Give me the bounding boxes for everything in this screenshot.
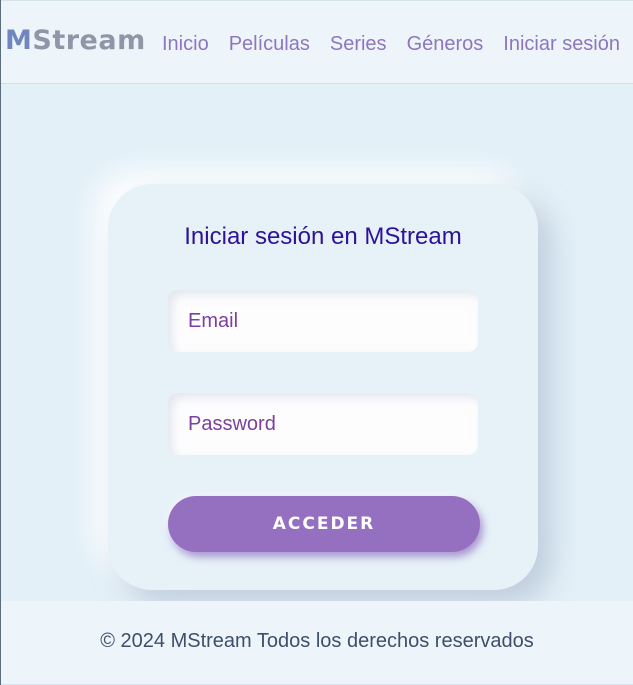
password-field-wrapper — [168, 393, 478, 455]
navbar: MStream Inicio Películas Series Géneros … — [1, 0, 633, 84]
login-title: Iniciar sesión en MStream — [184, 223, 462, 250]
password-field[interactable] — [188, 412, 468, 436]
brand-logo[interactable]: MStream — [5, 23, 146, 59]
acceder-button[interactable]: ACCEDER — [168, 496, 480, 552]
main-content: Iniciar sesión en MStream ACCEDER — [1, 84, 633, 601]
nav-link-peliculas[interactable]: Películas — [229, 31, 310, 57]
nav-link-generos[interactable]: Géneros — [407, 31, 484, 57]
login-card: Iniciar sesión en MStream ACCEDER — [108, 184, 538, 590]
email-field-wrapper — [168, 290, 478, 352]
email-field[interactable] — [188, 309, 468, 333]
nav-links: Inicio Películas Series Géneros Iniciar … — [162, 31, 620, 57]
footer-copyright: © 2024 MStream Todos los derechos reserv… — [100, 630, 534, 652]
brand-logo-m: M — [5, 25, 33, 56]
nav-link-iniciar-sesion[interactable]: Iniciar sesión — [503, 31, 620, 57]
nav-link-series[interactable]: Series — [330, 31, 387, 57]
brand-logo-rest: Stream — [32, 25, 146, 56]
nav-link-inicio[interactable]: Inicio — [162, 31, 209, 57]
footer: © 2024 MStream Todos los derechos reserv… — [1, 601, 633, 685]
